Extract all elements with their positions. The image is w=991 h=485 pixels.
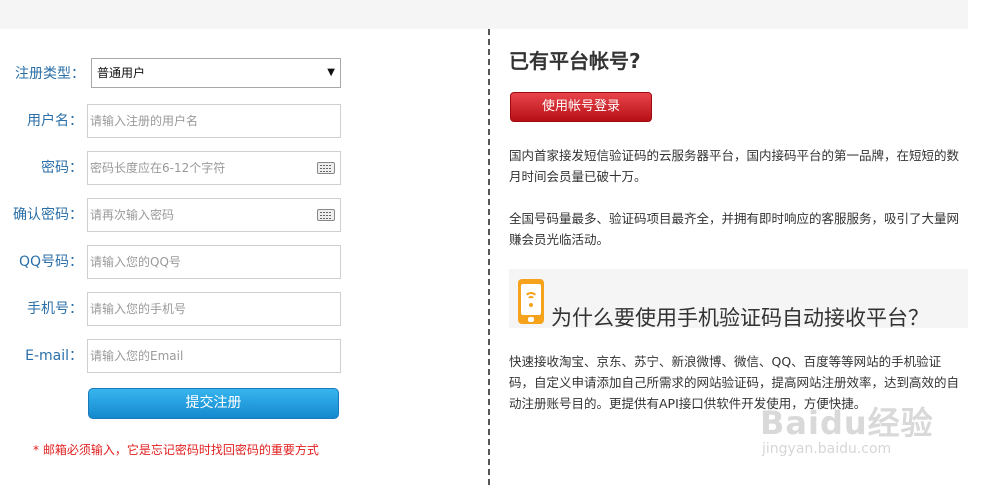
password-row: 密码： 密码长度应在6-12个字符 <box>0 151 345 185</box>
intro-paragraph-2: 全国号码量最多、验证码项目最齐全，并拥有即时响应的客服服务，吸引了大量网赚会员光… <box>509 211 960 247</box>
phone-row: 手机号： 请输入您的手机号 <box>0 292 345 326</box>
username-input[interactable]: 请输入注册的用户名 <box>87 104 341 138</box>
username-row: 用户名： 请输入注册的用户名 <box>0 104 345 138</box>
feature-heading: 为什么要使用手机验证码自动接收平台？ <box>551 306 929 330</box>
phone-label: 手机号： <box>27 301 83 317</box>
email-required-hint: * 邮箱必须输入，它是忘记密码时找回密码的重要方式 <box>33 443 319 457</box>
user-type-select[interactable]: 普通用户 ▼ <box>91 58 341 88</box>
password-input[interactable]: 密码长度应在6-12个字符 <box>87 151 341 185</box>
submit-register-button[interactable]: 提交注册 <box>88 388 339 419</box>
password-label: 密码： <box>41 160 83 176</box>
username-placeholder: 请输入注册的用户名 <box>90 114 199 128</box>
intro-paragraph-1: 国内首家接发短信验证码的云服务器平台，国内接码平台的第一品牌，在短短的数月时间会… <box>509 148 960 184</box>
keyboard-icon[interactable] <box>317 162 335 174</box>
confirm-password-label: 确认密码： <box>13 207 83 223</box>
dashed-divider <box>488 29 490 485</box>
email-placeholder: 请输入您的Email <box>90 349 184 363</box>
account-login-button[interactable]: 使用帐号登录 <box>510 92 652 122</box>
baidu-watermark-url: jingyan.baidu.com <box>762 441 892 457</box>
phone-placeholder: 请输入您的手机号 <box>90 302 187 316</box>
email-label: E-mail： <box>25 348 83 364</box>
password-placeholder: 密码长度应在6-12个字符 <box>90 161 226 175</box>
email-row: E-mail： 请输入您的Email <box>0 339 345 373</box>
phone-signal-icon <box>518 279 544 324</box>
username-label: 用户名： <box>27 113 83 129</box>
user-type-row: 注册类型： 普通用户 ▼ <box>0 57 345 91</box>
qq-input[interactable]: 请输入您的QQ号 <box>87 245 341 279</box>
existing-account-title: 已有平台帐号? <box>509 49 641 73</box>
confirm-password-input[interactable]: 请再次输入密码 <box>87 198 341 232</box>
user-type-label: 注册类型： <box>15 66 85 82</box>
qq-row: QQ号码： 请输入您的QQ号 <box>0 245 345 279</box>
user-type-value: 普通用户 <box>97 66 146 80</box>
baidu-watermark-logo: Baidu经验 <box>760 404 934 442</box>
top-banner <box>0 0 968 29</box>
phone-input[interactable]: 请输入您的手机号 <box>87 292 341 326</box>
email-input[interactable]: 请输入您的Email <box>87 339 341 373</box>
confirm-password-placeholder: 请再次输入密码 <box>90 208 175 222</box>
qq-placeholder: 请输入您的QQ号 <box>90 255 181 269</box>
confirm-password-row: 确认密码： 请再次输入密码 <box>0 198 345 232</box>
chevron-down-icon: ▼ <box>327 67 335 78</box>
qq-label: QQ号码： <box>18 254 83 270</box>
keyboard-icon[interactable] <box>317 209 335 221</box>
